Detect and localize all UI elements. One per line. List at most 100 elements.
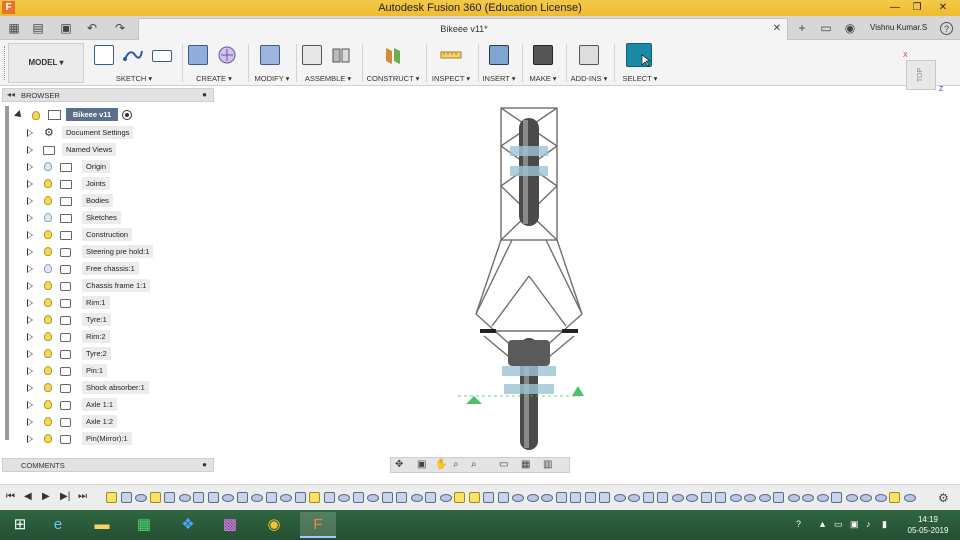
fit-icon[interactable]: ⌕: [471, 459, 477, 470]
excel-icon[interactable]: ▦: [126, 512, 162, 538]
timeline-feature-icon[interactable]: [236, 492, 248, 503]
timeline-end-icon[interactable]: ⏭: [78, 491, 87, 502]
orbit-icon[interactable]: ✥: [395, 459, 403, 470]
collapse-arrow-icon[interactable]: [14, 110, 24, 120]
add-ins-group[interactable]: ADD-INS ▾: [568, 42, 610, 84]
tree-root[interactable]: Bikeee v11: [2, 108, 214, 125]
create-group[interactable]: CREATE ▾: [184, 42, 244, 84]
visibility-bulb-icon[interactable]: [44, 196, 52, 205]
insert-group[interactable]: INSERT ▾: [480, 42, 518, 84]
timeline-sketch-icon[interactable]: [468, 492, 480, 503]
line-tool-icon[interactable]: [122, 45, 143, 65]
tree-item[interactable]: Sketches: [2, 210, 214, 227]
maximize-button[interactable]: ❐: [906, 0, 928, 16]
tree-item[interactable]: Tyre:1: [2, 312, 214, 329]
timeline-feature-icon[interactable]: [294, 492, 306, 503]
timeline-body-icon[interactable]: [251, 494, 263, 502]
scripts-icon[interactable]: [579, 45, 599, 65]
expand-arrow-icon[interactable]: [27, 316, 33, 324]
timeline-feature-icon[interactable]: [555, 492, 567, 503]
timeline-feature-icon[interactable]: [715, 492, 726, 503]
timeline-feature-icon[interactable]: [642, 492, 654, 503]
timeline-body-icon[interactable]: [845, 494, 858, 502]
new-component-icon[interactable]: [302, 45, 322, 65]
inspect-group[interactable]: INSPECT ▾: [428, 42, 474, 84]
select-group[interactable]: SELECT ▾: [618, 42, 662, 84]
visibility-bulb-icon[interactable]: [44, 417, 52, 426]
timeline-body-icon[interactable]: [802, 494, 814, 502]
timeline-body-icon[interactable]: [628, 494, 640, 502]
modify-group[interactable]: MODIFY ▾: [250, 42, 294, 84]
new-tab-icon[interactable]: +: [794, 20, 810, 36]
create-sketch-icon[interactable]: [94, 45, 114, 65]
timeline-feature-icon[interactable]: [483, 492, 494, 503]
timeline-feature-icon[interactable]: [497, 492, 509, 503]
select-menu[interactable]: SELECT ▾: [618, 74, 662, 83]
tree-item[interactable]: Tyre:2: [2, 346, 214, 363]
visibility-bulb-icon[interactable]: [44, 315, 52, 324]
visibility-bulb-icon[interactable]: [44, 162, 52, 171]
timeline-body-icon[interactable]: [874, 494, 887, 502]
timeline-body-icon[interactable]: [135, 494, 147, 502]
expand-arrow-icon[interactable]: [27, 435, 33, 443]
timeline-body-icon[interactable]: [860, 494, 872, 502]
tree-item[interactable]: Steering pre hold:1: [2, 244, 214, 261]
action-center-icon[interactable]: ▣: [850, 519, 859, 530]
expand-arrow-icon[interactable]: [27, 163, 33, 171]
visibility-bulb-icon[interactable]: [44, 400, 52, 409]
visibility-bulb-icon[interactable]: [44, 349, 52, 358]
expand-arrow-icon[interactable]: [27, 418, 33, 426]
expand-arrow-icon[interactable]: [27, 248, 33, 256]
display-settings-icon[interactable]: ▭: [499, 459, 508, 470]
timeline-body-icon[interactable]: [367, 494, 379, 502]
visibility-bulb-icon[interactable]: [44, 264, 52, 273]
timeline-body-icon[interactable]: [222, 494, 234, 502]
internet-explorer-icon[interactable]: e: [40, 512, 76, 538]
grid-settings-icon[interactable]: ▦: [521, 459, 530, 470]
timeline-body-icon[interactable]: [280, 494, 292, 502]
visibility-bulb-icon[interactable]: [44, 213, 52, 222]
media-app-icon[interactable]: ▩: [212, 512, 248, 538]
activate-radio-icon[interactable]: [122, 110, 132, 120]
timeline-body-icon[interactable]: [526, 494, 539, 502]
network-icon[interactable]: ▮: [882, 519, 887, 530]
timeline-feature-icon[interactable]: [657, 492, 668, 503]
tree-item[interactable]: Bodies: [2, 193, 214, 210]
timeline-sketch-icon[interactable]: [149, 492, 161, 503]
app-grid-icon[interactable]: ▦: [6, 20, 22, 36]
visibility-bulb-icon[interactable]: [44, 298, 52, 307]
sketch-group[interactable]: SKETCH ▾: [90, 42, 178, 84]
assemble-menu[interactable]: ASSEMBLE ▾: [298, 74, 358, 83]
visibility-bulb-icon[interactable]: [32, 111, 40, 120]
timeline-body-icon[interactable]: [410, 494, 423, 502]
tree-item[interactable]: Axle 1:1: [2, 397, 214, 414]
visibility-bulb-icon[interactable]: [44, 366, 52, 375]
expand-arrow-icon[interactable]: [27, 146, 33, 154]
expand-arrow-icon[interactable]: [27, 282, 33, 290]
tree-item[interactable]: Pin:1: [2, 363, 214, 380]
assemble-group[interactable]: ASSEMBLE ▾: [298, 42, 358, 84]
3d-print-icon[interactable]: [533, 45, 553, 65]
timeline-body-icon[interactable]: [686, 494, 698, 502]
add-ins-menu[interactable]: ADD-INS ▾: [568, 74, 610, 83]
timeline-body-icon[interactable]: [178, 494, 191, 502]
timeline-sketch-icon[interactable]: [309, 492, 320, 503]
tree-item[interactable]: Rim:1: [2, 295, 214, 312]
sketch-menu[interactable]: SKETCH ▾: [90, 74, 178, 83]
timeline-feature-icon[interactable]: [193, 492, 204, 503]
tree-item[interactable]: Named Views: [2, 142, 214, 159]
timeline-body-icon[interactable]: [729, 494, 742, 502]
3d-viewport[interactable]: [214, 86, 960, 484]
timeline-feature-icon[interactable]: [120, 492, 132, 503]
close-tab-icon[interactable]: ✕: [773, 23, 781, 34]
timeline-feature-icon[interactable]: [584, 492, 596, 503]
user-account[interactable]: Vishnu Kumar.S: [870, 23, 927, 32]
insert-image-icon[interactable]: [489, 45, 509, 65]
select-cursor-icon[interactable]: [626, 43, 652, 67]
view-cube[interactable]: TOP: [906, 60, 936, 90]
zoom-icon[interactable]: ⌕: [453, 459, 459, 470]
file-explorer-icon[interactable]: ▬: [84, 512, 120, 538]
visibility-bulb-icon[interactable]: [44, 332, 52, 341]
undo-icon[interactable]: ↶: [84, 20, 100, 36]
expand-arrow-icon[interactable]: [27, 231, 33, 239]
